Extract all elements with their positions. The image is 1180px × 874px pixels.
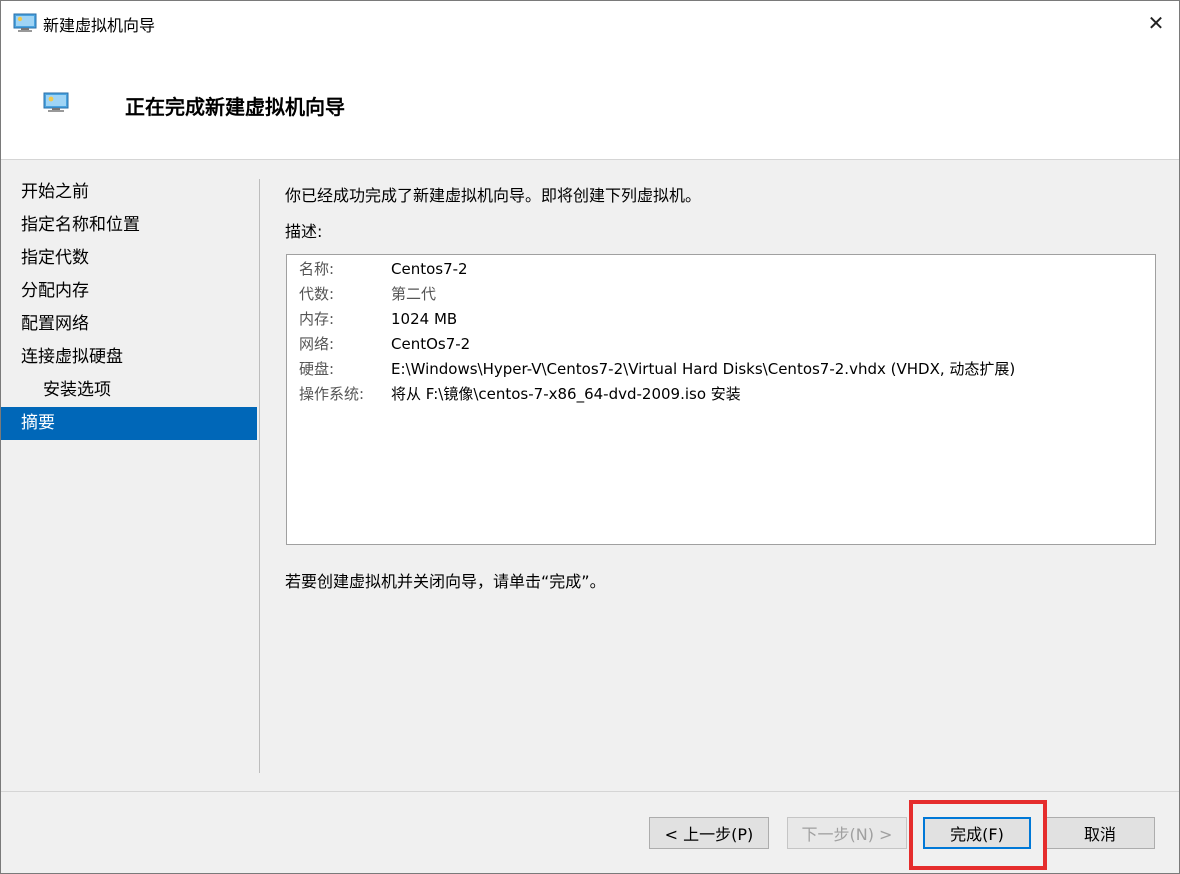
nav-step-summary[interactable]: 摘要 [1,407,257,440]
summary-row-network: 网络: CentOs7-2 [299,335,471,353]
nav-step-virtual-hard-disk[interactable]: 连接虚拟硬盘 [1,341,257,374]
footer-divider [1,791,1179,792]
previous-button[interactable]: < 上一步(P) [649,817,769,849]
summary-row-generation: 代数: 第二代 [299,285,437,303]
page-title: 正在完成新建虚拟机向导 [125,95,345,119]
intro-text: 你已经成功完成了新建虚拟机向导。即将创建下列虚拟机。 [285,186,702,205]
wizard-steps-nav: 开始之前 指定名称和位置 指定代数 分配内存 配置网络 连接虚拟硬盘 安装选项 … [1,176,257,440]
nav-step-installation-options[interactable]: 安装选项 [1,374,257,407]
wizard-window: 新建虚拟机向导 ✕ 正在完成新建虚拟机向导 开始之前 指定名称和位置 指定代数 … [0,0,1180,874]
nav-step-generation[interactable]: 指定代数 [1,242,257,275]
summary-row-operating-system: 操作系统: 将从 F:\镜像\centos-7-x86_64-dvd-2009.i… [299,385,741,403]
wizard-header: 正在完成新建虚拟机向导 [1,45,1179,160]
virtual-machine-icon [43,92,69,114]
nav-step-networking[interactable]: 配置网络 [1,308,257,341]
window-title: 新建虚拟机向导 [43,16,156,35]
finish-button-highlight [909,800,1047,870]
close-button[interactable]: ✕ [1133,1,1179,45]
virtual-machine-icon [13,13,37,33]
nav-step-name-and-location[interactable]: 指定名称和位置 [1,209,257,242]
summary-row-memory: 内存: 1024 MB [299,310,458,328]
summary-box[interactable]: 名称: Centos7-2 代数: 第二代 内存: 1024 MB 网络: CentOs… [286,254,1156,545]
summary-row-name: 名称: Centos7-2 [299,260,468,278]
nav-step-memory[interactable]: 分配内存 [1,275,257,308]
close-icon: ✕ [1147,11,1165,35]
cancel-button[interactable]: 取消 [1045,817,1155,849]
next-button[interactable]: 下一步(N) > [787,817,907,849]
nav-step-before-you-begin[interactable]: 开始之前 [1,176,257,209]
nav-divider [259,179,260,773]
description-label: 描述: [285,222,323,241]
title-bar[interactable]: 新建虚拟机向导 ✕ [1,1,1179,45]
summary-row-hard-disk: 硬盘: E:\Windows\Hyper-V\Centos7-2\Virtual … [299,360,1016,378]
finish-instruction-text: 若要创建虚拟机并关闭向导，请单击“完成”。 [285,572,606,591]
